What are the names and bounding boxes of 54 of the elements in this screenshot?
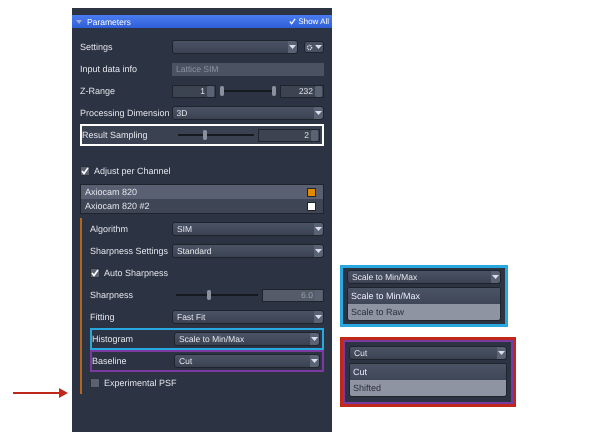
caret-down-icon bbox=[315, 45, 322, 49]
spin-field[interactable]: 1 bbox=[172, 84, 216, 98]
caret-down-icon bbox=[315, 111, 322, 115]
dropdown-option[interactable]: Scale to Raw bbox=[348, 304, 500, 320]
channel-item[interactable]: Axiocam 820 #2 bbox=[81, 199, 323, 213]
show-all-toggle[interactable]: Show All bbox=[289, 17, 329, 26]
field-label: Input data info bbox=[80, 64, 138, 74]
dropdown-option[interactable]: Scale to Min/Max bbox=[348, 288, 500, 304]
dropdown[interactable] bbox=[172, 40, 298, 54]
field-label: Settings bbox=[80, 42, 114, 52]
checkmark-icon bbox=[91, 269, 99, 277]
spin-field[interactable]: 2 bbox=[258, 128, 320, 142]
spin-field[interactable]: 232 bbox=[280, 84, 324, 98]
caret-down-icon bbox=[315, 249, 322, 253]
dropdown[interactable]: Fast Fit bbox=[172, 310, 324, 324]
field-label: Z-Range bbox=[80, 86, 116, 96]
caret-down-icon bbox=[315, 315, 322, 319]
dropdown-option[interactable]: Cut bbox=[350, 364, 506, 380]
checkbox[interactable]: Adjust per Channel bbox=[80, 166, 171, 176]
dropdown[interactable]: Cut bbox=[174, 354, 320, 368]
dropdown[interactable]: Standard bbox=[172, 244, 324, 258]
slider-thumb[interactable] bbox=[202, 130, 207, 140]
field-label: Sharpness Settings bbox=[90, 246, 170, 256]
slider-thumb[interactable] bbox=[272, 86, 276, 96]
caret-down-icon bbox=[289, 45, 296, 49]
collapse-icon bbox=[76, 20, 82, 24]
gear-icon bbox=[306, 44, 313, 50]
field-label: Processing Dimension bbox=[80, 108, 170, 118]
field-label: Sharpness bbox=[90, 290, 134, 300]
field-label: Baseline bbox=[92, 356, 128, 366]
checkbox[interactable]: Experimental PSF bbox=[90, 378, 177, 388]
caret-down-icon bbox=[492, 275, 499, 279]
checkmark-icon bbox=[81, 167, 89, 175]
field-label: Histogram bbox=[92, 334, 134, 344]
pointer-arrow bbox=[13, 387, 69, 399]
checkbox[interactable]: Auto Sharpness bbox=[90, 268, 168, 278]
checkmark-icon bbox=[289, 18, 296, 25]
gear-menu-button[interactable] bbox=[304, 41, 324, 53]
dropdown[interactable]: SIM bbox=[172, 222, 324, 236]
caret-down-icon bbox=[311, 337, 318, 341]
channel-item[interactable]: Axiocam 820 bbox=[81, 185, 323, 199]
dropdown[interactable]: 3D bbox=[172, 106, 324, 120]
field-label: Result Sampling bbox=[82, 130, 149, 140]
caret-down-icon bbox=[315, 227, 322, 231]
panel-title: Parameters bbox=[87, 16, 131, 26]
caret-down-icon bbox=[311, 359, 318, 363]
slider-thumb[interactable] bbox=[220, 86, 224, 96]
caret-down-icon bbox=[498, 351, 505, 355]
field-label: Fitting bbox=[90, 312, 116, 322]
dropdown[interactable]: Scale to Min/Max bbox=[174, 332, 320, 346]
dropdown[interactable]: Scale to Min/Max bbox=[347, 270, 501, 284]
field-label: Algorithm bbox=[90, 224, 130, 234]
dropdown-option[interactable]: Shifted bbox=[350, 380, 506, 396]
dropdown[interactable]: Cut bbox=[349, 346, 507, 360]
